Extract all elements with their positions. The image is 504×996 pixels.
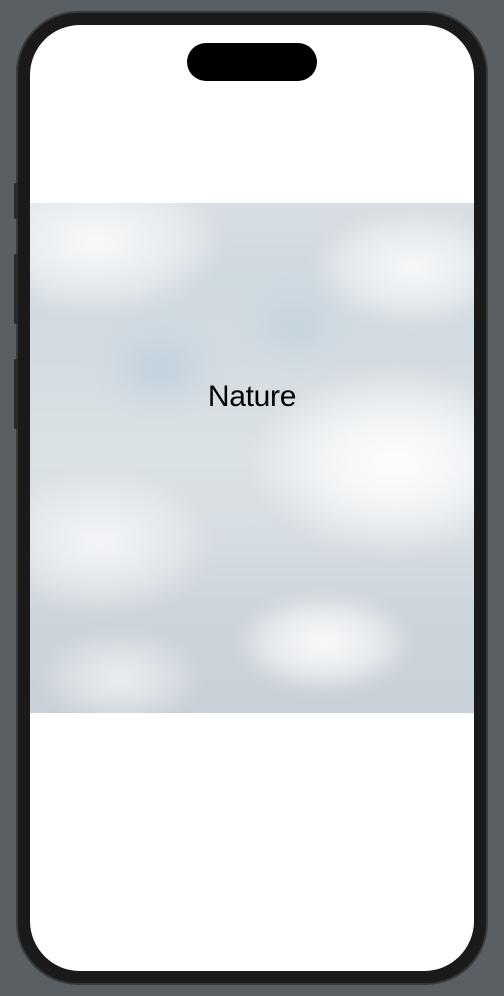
cloud-image: Nature — [30, 203, 474, 713]
sky-decoration — [244, 293, 344, 363]
phone-side-buttons — [14, 183, 18, 449]
dynamic-island — [187, 43, 317, 81]
mute-switch — [14, 183, 18, 219]
cloud-decoration — [234, 593, 414, 693]
phone-frame: Nature — [18, 13, 486, 983]
volume-down-button — [14, 359, 18, 429]
cloud-decoration — [40, 633, 200, 713]
sky-decoration — [100, 323, 220, 413]
content-area: Nature — [30, 25, 474, 971]
cloud-decoration — [30, 473, 210, 613]
volume-up-button — [14, 254, 18, 324]
cloud-decoration — [30, 203, 220, 313]
image-label: Nature — [208, 380, 296, 414]
phone-screen: Nature — [30, 25, 474, 971]
